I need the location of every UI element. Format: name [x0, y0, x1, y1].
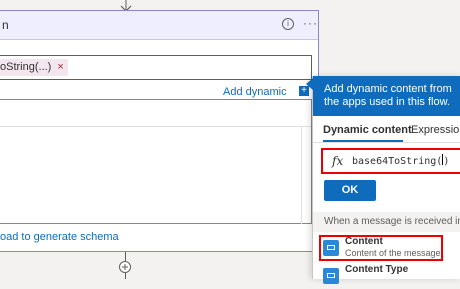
- trigger-section-label[interactable]: When a message is received in a queue: [313, 212, 460, 232]
- more-icon[interactable]: ···: [303, 16, 318, 30]
- tab-dynamic-content[interactable]: Dynamic content: [323, 124, 412, 136]
- content-input[interactable]: oString(...) ×: [0, 55, 312, 80]
- item-title: Content Type: [345, 264, 409, 275]
- tab-expression[interactable]: Expression: [411, 124, 460, 136]
- info-icon[interactable]: i: [282, 18, 294, 30]
- highlight-box-content: [319, 235, 443, 261]
- action-card: n i ··· oString(...)× Add dynamic conten…: [0, 10, 319, 252]
- token-remove-icon[interactable]: ×: [57, 61, 63, 73]
- add-step-icon[interactable]: [119, 261, 131, 273]
- card-header[interactable]: n i ···: [0, 11, 318, 40]
- panel-header: Add dynamic content from the apps used i…: [313, 76, 460, 116]
- schema-editor[interactable]: [0, 99, 312, 224]
- tabs-divider: [313, 142, 460, 143]
- highlight-box-expression: [321, 148, 460, 174]
- token-label: oString(...): [0, 61, 52, 73]
- ok-button[interactable]: OK: [324, 180, 376, 201]
- generate-schema-link[interactable]: oad to generate schema: [0, 231, 119, 243]
- panel-pointer: [306, 78, 313, 90]
- card-title: n: [2, 18, 9, 32]
- dynamic-content-panel: Add dynamic content from the apps used i…: [306, 76, 460, 284]
- schema-scrollbar[interactable]: [301, 126, 312, 224]
- dynamic-item-content-type[interactable]: Content Type: [313, 263, 460, 289]
- schema-editor-toolbar: [0, 100, 311, 127]
- message-content-icon: [323, 268, 339, 284]
- expression-token[interactable]: oString(...) ×: [0, 59, 68, 76]
